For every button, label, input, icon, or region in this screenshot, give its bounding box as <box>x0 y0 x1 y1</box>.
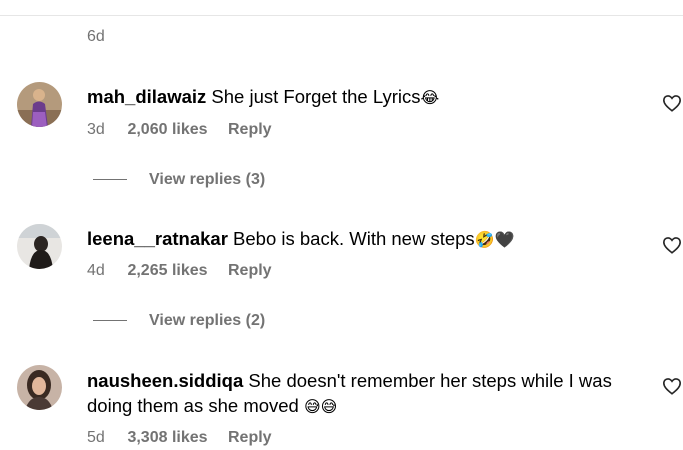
comment-body: Bebo is back. With new steps <box>233 228 475 249</box>
comment-body: She just Forget the Lyrics <box>211 86 421 107</box>
comment-likes[interactable]: 2,060 likes <box>127 121 207 139</box>
comment-meta: 3d 2,060 likes Reply <box>87 121 272 139</box>
comment-time: 4d <box>87 262 105 279</box>
heart-outline-icon[interactable] <box>662 94 682 112</box>
comment-username[interactable]: mah_dilawaiz <box>87 86 206 107</box>
avatar[interactable] <box>17 82 62 127</box>
reply-button[interactable]: Reply <box>228 121 272 139</box>
comment-meta: 4d 2,265 likes Reply <box>87 262 272 280</box>
comment-emoji: 🤣🖤 <box>474 230 515 249</box>
comment-text: leena__ratnakar Bebo is back. With new s… <box>87 226 632 252</box>
comment-likes[interactable]: 3,308 likes <box>127 429 207 447</box>
comment-time: 5d <box>87 429 105 446</box>
view-replies-label: View replies (3) <box>149 171 266 188</box>
comment-text: mah_dilawaiz She just Forget the Lyrics😂 <box>87 84 632 110</box>
previous-comment-time: 6d <box>87 28 105 45</box>
comment-time: 3d <box>87 121 105 138</box>
replies-divider-line <box>93 320 127 322</box>
heart-outline-icon[interactable] <box>662 377 682 395</box>
view-replies-label: View replies (2) <box>149 312 266 329</box>
comment-text: nausheen.siddiqa She doesn't remember he… <box>87 368 632 419</box>
avatar[interactable] <box>17 365 62 410</box>
view-replies-button[interactable]: View replies (2) <box>93 312 265 330</box>
reply-button[interactable]: Reply <box>228 429 272 447</box>
view-replies-button[interactable]: View replies (3) <box>93 171 265 189</box>
avatar[interactable] <box>17 224 62 269</box>
comment-likes[interactable]: 2,265 likes <box>127 262 207 280</box>
comment-emoji: 😂 <box>420 88 440 107</box>
replies-divider-line <box>93 179 127 181</box>
comment-emoji: 😅😅 <box>304 397 338 416</box>
top-divider <box>0 15 683 16</box>
comment-username[interactable]: nausheen.siddiqa <box>87 370 243 391</box>
reply-button[interactable]: Reply <box>228 262 272 280</box>
comment-username[interactable]: leena__ratnakar <box>87 228 228 249</box>
heart-outline-icon[interactable] <box>662 236 682 254</box>
comment-meta: 5d 3,308 likes Reply <box>87 429 272 447</box>
